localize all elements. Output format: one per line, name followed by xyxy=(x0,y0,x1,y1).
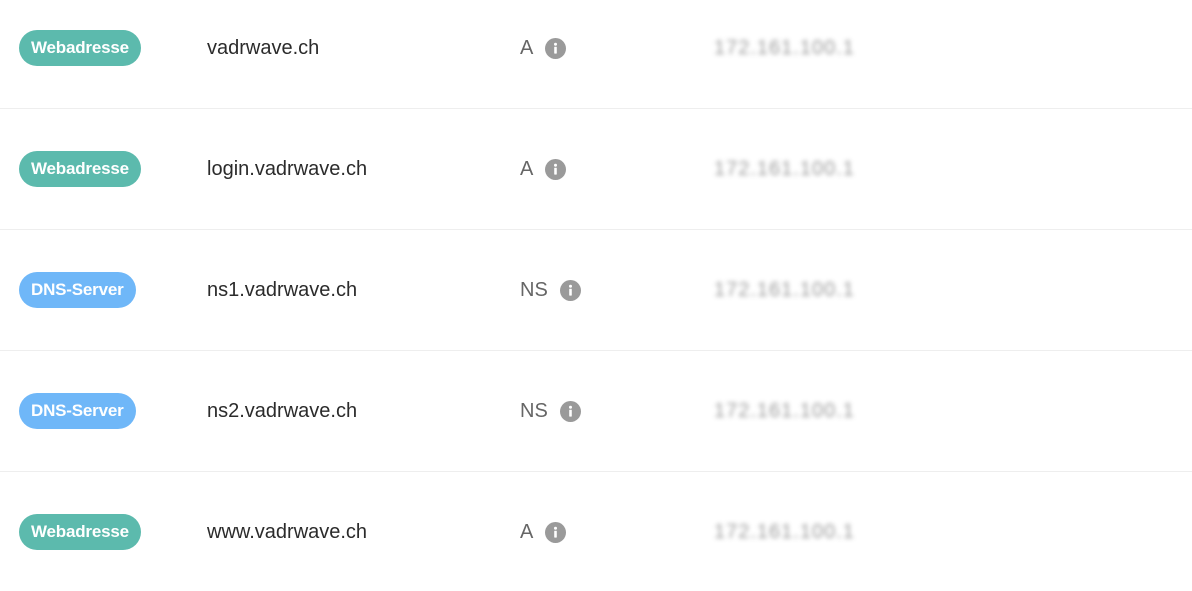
record-type-label: A xyxy=(520,521,534,543)
info-icon[interactable] xyxy=(545,37,567,59)
record-type: A xyxy=(520,157,567,181)
record-host: ns2.vadrwave.ch xyxy=(207,400,358,422)
dns-record-row: DNS-Server ns2.vadrwave.ch NS 172.161.10… xyxy=(0,351,1192,472)
record-type: A xyxy=(520,36,567,60)
record-type: NS xyxy=(520,278,581,302)
info-icon[interactable] xyxy=(559,400,581,422)
record-value: 172.161.100.1 xyxy=(714,158,855,180)
info-icon[interactable] xyxy=(545,521,567,543)
record-value: 172.161.100.1 xyxy=(714,37,855,59)
dns-record-row: DNS-Server ns1.vadrwave.ch NS 172.161.10… xyxy=(0,230,1192,351)
record-value: 172.161.100.1 xyxy=(714,279,855,301)
record-type: NS xyxy=(520,399,581,423)
record-value: 172.161.100.1 xyxy=(714,400,855,422)
dns-record-row: Webadresse login.vadrwave.ch A 172.161.1… xyxy=(0,109,1192,230)
record-host: www.vadrwave.ch xyxy=(207,521,368,543)
record-host: login.vadrwave.ch xyxy=(207,158,368,180)
info-icon[interactable] xyxy=(545,158,567,180)
record-type-label: A xyxy=(520,37,534,59)
dns-record-row: Webadresse vadrwave.ch A 172.161.100.1 xyxy=(0,0,1192,109)
record-type-label: NS xyxy=(520,400,548,422)
record-value: 172.161.100.1 xyxy=(714,521,855,543)
record-host: ns1.vadrwave.ch xyxy=(207,279,358,301)
record-type-label: NS xyxy=(520,279,548,301)
category-badge: Webadresse xyxy=(19,514,141,550)
dns-records-list: Webadresse vadrwave.ch A 172.161.100.1 W… xyxy=(0,0,1192,591)
info-icon[interactable] xyxy=(559,279,581,301)
record-type: A xyxy=(520,520,567,544)
record-type-label: A xyxy=(520,158,534,180)
category-badge: Webadresse xyxy=(19,30,141,66)
dns-record-row: Webadresse www.vadrwave.ch A 172.161.100… xyxy=(0,472,1192,591)
category-badge: Webadresse xyxy=(19,151,141,187)
record-host: vadrwave.ch xyxy=(207,37,320,59)
category-badge: DNS-Server xyxy=(19,393,136,429)
category-badge: DNS-Server xyxy=(19,272,136,308)
